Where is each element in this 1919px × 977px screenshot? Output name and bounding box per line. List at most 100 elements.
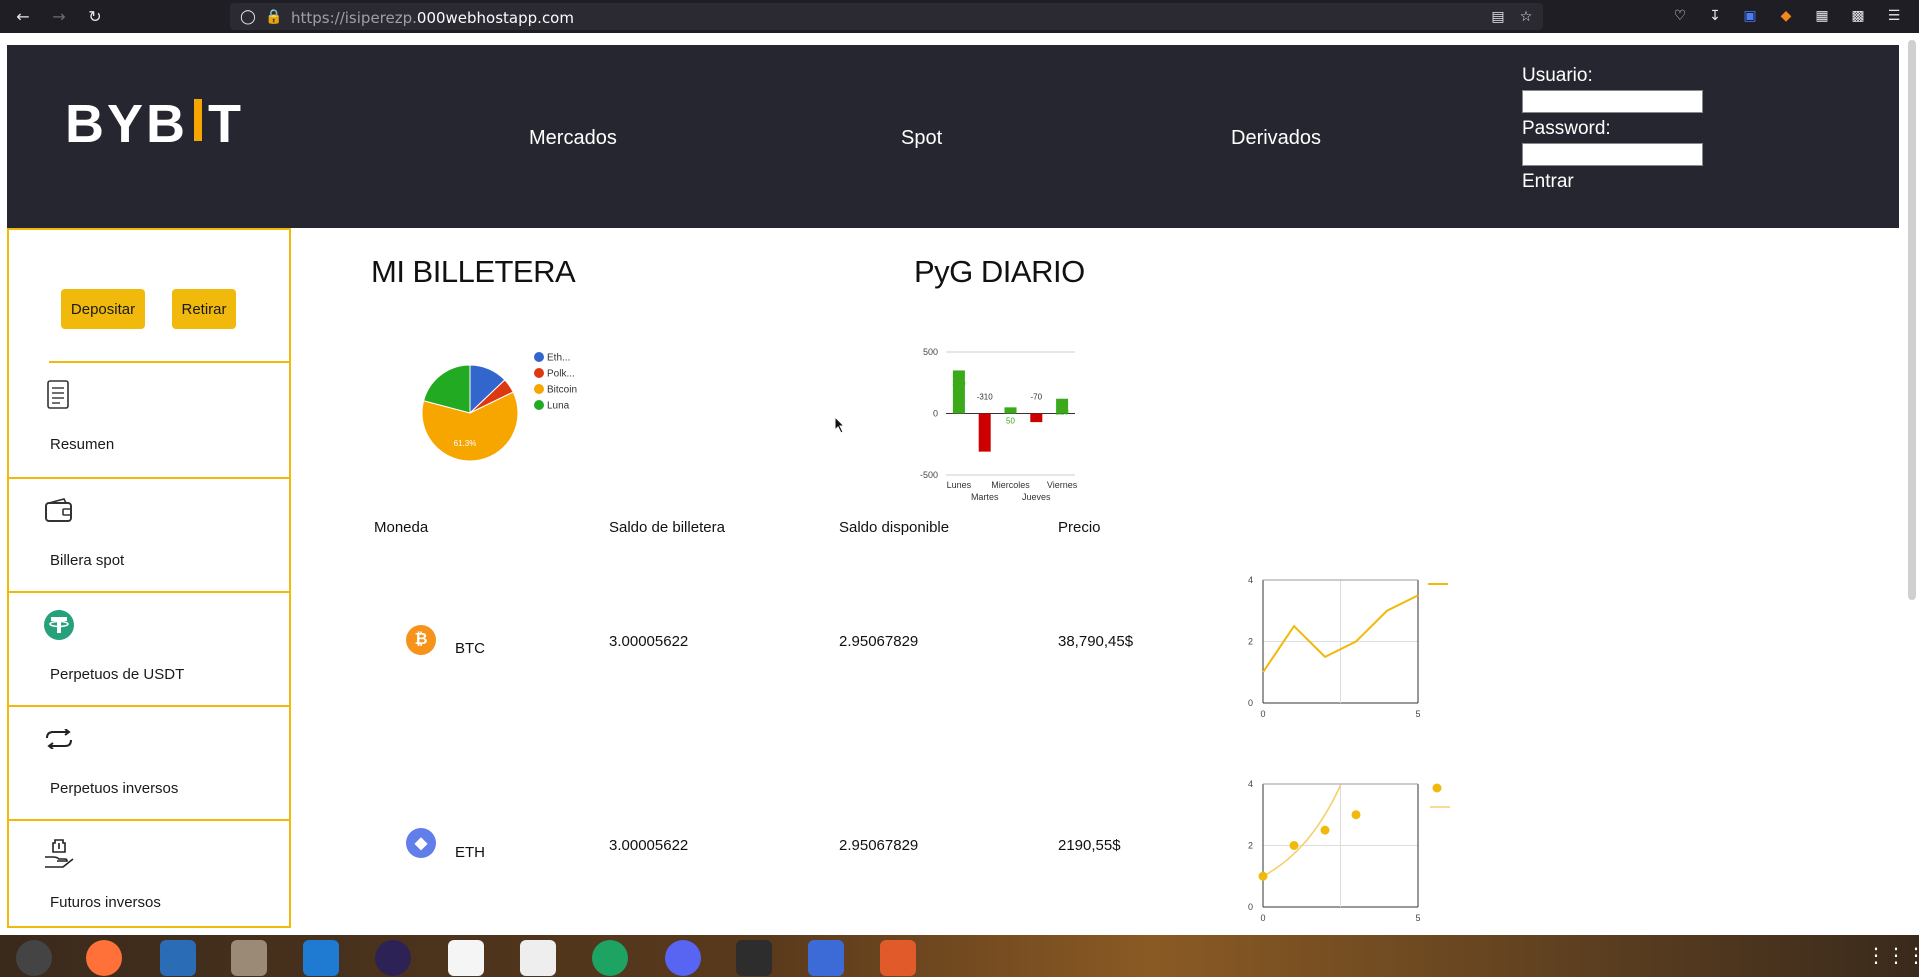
wallet-title: MI BILLETERA	[371, 254, 576, 289]
scatter-point	[1320, 825, 1330, 835]
coin-symbol: ETH	[455, 844, 485, 861]
y-tick-label: 2	[1248, 637, 1253, 647]
sidebar-item-label: Perpetuos inversos	[50, 780, 179, 797]
username-input[interactable]	[1522, 90, 1703, 113]
y-tick-label: 4	[1248, 575, 1253, 585]
logo-text-right: T	[208, 94, 245, 154]
column-header-moneda: Moneda	[374, 519, 429, 536]
firefox-icon[interactable]	[86, 940, 122, 976]
eclipse-icon[interactable]	[375, 940, 411, 976]
metamask-icon[interactable]: ◆	[1776, 6, 1796, 26]
withdraw-button[interactable]: Retirar	[172, 289, 236, 329]
libreoffice-writer-icon[interactable]	[160, 940, 196, 976]
x-tick-label: 5	[1415, 913, 1420, 923]
bar-value-label: 120	[1055, 408, 1069, 417]
url-text[interactable]: https://isiperezp.000webhostapp.com	[291, 9, 574, 27]
nav-mercados[interactable]: Mercados	[529, 127, 617, 150]
mouse-cursor-icon	[834, 416, 846, 434]
x-tick-label: Lunes	[947, 480, 972, 490]
rhythmbox-icon[interactable]	[16, 940, 52, 976]
wallet-icon	[43, 495, 75, 527]
scatter-point	[1289, 841, 1299, 850]
reload-icon[interactable]: ↻	[84, 6, 106, 26]
sidebar-item-label: Billera spot	[50, 552, 125, 569]
sidebar-item-billera-spot[interactable]: Billera spot	[9, 477, 289, 591]
legend-label: Eth...	[547, 353, 570, 364]
column-header-saldo-disponible: Saldo disponible	[839, 519, 950, 536]
wallet-pie-chart: 61.3% Eth... Polk... Bitcoin Luna	[421, 352, 577, 462]
x-tick-label: 5	[1415, 709, 1420, 719]
swap-arrows-icon	[43, 723, 75, 755]
url-prefix: https://isiperezp.	[291, 9, 417, 27]
wallet-balance: 3.00005622	[609, 633, 689, 650]
bar	[978, 413, 991, 452]
pocket-icon[interactable]: ♡	[1670, 6, 1690, 26]
x-tick-label: Jueves	[1022, 492, 1051, 502]
menu-icon[interactable]: ☰	[1884, 6, 1904, 26]
x-tick-label: Miercoles	[991, 480, 1030, 490]
pie-slice-label: 61.3%	[454, 439, 477, 448]
bybit-logo[interactable]: BYB T	[65, 97, 244, 151]
lock-icon[interactable]: 🔒	[264, 7, 284, 27]
bookmark-star-icon[interactable]: ☆	[1516, 7, 1536, 27]
login-submit[interactable]: Entrar	[1522, 171, 1703, 193]
available-balance: 2.95067829	[839, 633, 919, 650]
vscode-icon[interactable]	[303, 940, 339, 976]
bar-marks: 350 Lunes -310 Martes 50 Miercoles -70 Jueves 12…	[947, 370, 1078, 502]
sidebar-item-label: Perpetuos de USDT	[50, 666, 185, 683]
scatter-point	[1258, 871, 1268, 881]
ethereum-icon: ◆	[406, 828, 436, 858]
nav-spot[interactable]: Spot	[901, 127, 942, 150]
logo-text-left: BYB	[65, 94, 189, 154]
sidebar-item-label: Resumen	[50, 436, 115, 453]
sidebar-item-futuros-inversos[interactable]: Futuros inversos	[9, 819, 289, 929]
y-tick-label: 0	[933, 409, 938, 419]
chrome-icon[interactable]	[592, 940, 628, 976]
password-label: Password:	[1522, 118, 1611, 139]
translate-extension-icon[interactable]: ▣	[1740, 6, 1760, 26]
scatter-point	[1351, 810, 1361, 820]
gimp-icon[interactable]	[520, 940, 556, 976]
hand-bank-icon	[43, 837, 75, 869]
pnl-title: PyG DIARIO	[914, 254, 1085, 289]
y-tick-label: -500	[920, 470, 938, 480]
extension-icon[interactable]: ▩	[1848, 6, 1868, 26]
deposit-button[interactable]: Depositar	[61, 289, 145, 329]
document-list-icon	[43, 379, 75, 411]
forward-arrow-icon[interactable]: →	[48, 6, 70, 26]
pie-legend: Eth... Polk... Bitcoin Luna	[534, 352, 577, 412]
x-tick-label: 0	[1260, 913, 1265, 923]
sidebar-item-resumen[interactable]: Resumen	[9, 363, 289, 477]
sidebar-item-label: Futuros inversos	[50, 894, 161, 911]
price: 38,790,45$	[1058, 633, 1134, 650]
bitcoin-icon: ₿	[406, 625, 436, 655]
address-bar[interactable]: ◯ 🔒 https://isiperezp.000webhostapp.com …	[230, 3, 1543, 30]
download-icon[interactable]: ↧	[1705, 6, 1725, 26]
eth-scatter-chart: 0 2 4 0 5	[1248, 779, 1450, 923]
bar	[952, 370, 965, 414]
legend-swatch	[1432, 783, 1442, 793]
legend-swatch	[534, 400, 544, 410]
discord-icon[interactable]	[665, 940, 701, 976]
page-scrollbar[interactable]	[1908, 40, 1916, 600]
terminal-icon[interactable]	[736, 940, 772, 976]
software-icon[interactable]	[880, 940, 916, 976]
sidebar-item-perpetuos-inversos[interactable]: Perpetuos inversos	[9, 705, 289, 819]
nav-derivados[interactable]: Derivados	[1231, 127, 1321, 150]
sidebar: Depositar Retirar Resumen Billera spot P…	[7, 228, 291, 928]
extension-en-icon[interactable]: ▦	[1812, 6, 1832, 26]
app-grid-icon[interactable]: ⋮⋮⋮	[1866, 943, 1919, 973]
sidebar-item-perpetuos-usdt[interactable]: Perpetuos de USDT	[9, 591, 289, 705]
password-input[interactable]	[1522, 143, 1703, 166]
translate-icon[interactable]: ▤	[1488, 7, 1508, 27]
y-tick-label: 4	[1248, 779, 1253, 789]
bar-value-label: -70	[1031, 393, 1043, 402]
text-editor-icon[interactable]	[448, 940, 484, 976]
url-domain: 000webhostapp.com	[416, 9, 574, 27]
x-tick-label: Viernes	[1047, 480, 1078, 490]
legend-swatch	[534, 352, 544, 362]
screenshot-icon[interactable]	[808, 940, 844, 976]
shield-icon[interactable]: ◯	[238, 7, 258, 27]
files-icon[interactable]	[231, 940, 267, 976]
back-arrow-icon[interactable]: ←	[12, 6, 34, 26]
